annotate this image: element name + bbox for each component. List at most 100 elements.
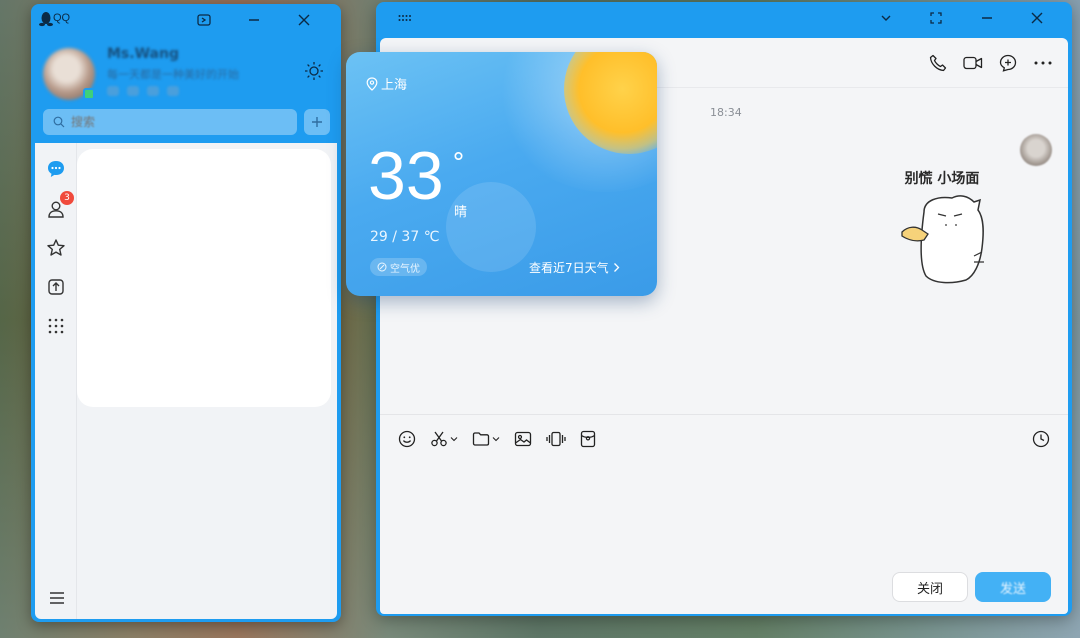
- restore-icon: [930, 12, 942, 24]
- minimize-icon: [982, 17, 992, 19]
- cat-sticker-icon: [901, 195, 984, 284]
- nav-apps[interactable]: [44, 314, 68, 338]
- message-input[interactable]: [398, 462, 1048, 562]
- weather-condition: 晴: [454, 205, 468, 220]
- sticker-caption: 别慌 小场面: [904, 171, 980, 187]
- message-history-button[interactable]: [1030, 428, 1052, 450]
- contacts-badge: 3: [60, 191, 74, 205]
- close-chat-button[interactable]: 关闭: [892, 572, 968, 602]
- nav-favorites[interactable]: [44, 236, 68, 260]
- chat-bubble-icon: [48, 161, 64, 177]
- status-badge-icon: [167, 86, 179, 96]
- minimize-button[interactable]: [243, 10, 265, 30]
- qq-penguin-icon: [39, 12, 53, 27]
- chevron-down-icon: [450, 437, 458, 442]
- scissors-icon: [431, 431, 447, 447]
- air-quality-badge: 空气优: [370, 258, 427, 276]
- status-badge-icon: [147, 86, 159, 96]
- more-horizontal-icon: [1034, 61, 1052, 65]
- nav-messages[interactable]: [44, 157, 68, 181]
- chevron-down-icon: [881, 15, 891, 21]
- user-signature[interactable]: 每一天都是一种美好的开始: [107, 66, 239, 82]
- leaf-icon: [377, 262, 387, 272]
- chat-minimize-button[interactable]: [976, 8, 998, 28]
- clock-icon: [1032, 430, 1050, 448]
- weather-location[interactable]: 上海: [366, 74, 407, 93]
- weather-temperature: 33: [368, 138, 444, 214]
- nav-rail: 3: [35, 143, 77, 619]
- red-packet-icon: [580, 430, 596, 448]
- nav-files[interactable]: [44, 275, 68, 299]
- chevron-right-icon: [613, 263, 620, 272]
- sticker-message[interactable]: 别慌 小场面: [880, 168, 1004, 286]
- main-titlebar: QQ: [31, 4, 341, 36]
- video-camera-icon: [963, 56, 983, 70]
- hamburger-menu-icon: [50, 592, 64, 604]
- user-nickname[interactable]: Ms.Wang: [107, 46, 179, 62]
- weather-city: 上海: [381, 78, 408, 93]
- close-icon: [298, 14, 310, 26]
- conversation-list[interactable]: [77, 149, 331, 407]
- close-window-button[interactable]: [293, 10, 315, 30]
- add-member-button[interactable]: [997, 52, 1019, 74]
- cloud-decoration: [446, 182, 536, 272]
- chat-titlebar: [376, 2, 1072, 36]
- qq-main-window: QQ Ms.Wang 每一天都是一种美好的开始 搜索 3: [31, 4, 341, 622]
- screenshot-button[interactable]: [430, 428, 458, 450]
- composer-toolbar: [398, 428, 610, 450]
- window-pin-icon: [197, 14, 211, 26]
- send-file-button[interactable]: [472, 428, 500, 450]
- collapse-button[interactable]: [875, 8, 897, 28]
- vibrate-icon: [546, 431, 566, 447]
- air-quality-label: 空气优: [390, 263, 420, 275]
- image-icon: [514, 431, 532, 447]
- sender-avatar[interactable]: [1020, 134, 1052, 166]
- forecast-link-label: 查看近7日天气: [529, 261, 609, 275]
- shake-button[interactable]: [546, 428, 566, 450]
- search-input[interactable]: [71, 115, 271, 129]
- smiley-icon: [398, 430, 416, 448]
- star-icon: [47, 239, 65, 256]
- video-call-button[interactable]: [962, 52, 984, 74]
- add-button[interactable]: [304, 109, 330, 135]
- nav-contacts[interactable]: 3: [44, 191, 74, 221]
- status-icons-row: [107, 86, 179, 96]
- send-image-button[interactable]: [514, 428, 532, 450]
- location-pin-icon: [366, 76, 378, 91]
- phone-icon: [929, 54, 947, 72]
- seven-day-forecast-link[interactable]: 查看近7日天气: [529, 259, 620, 276]
- minimize-icon: [249, 19, 259, 21]
- weather-temp-range: 29 / 37 ℃: [370, 229, 440, 245]
- drag-grip-icon[interactable]: [398, 14, 412, 22]
- main-menu-button[interactable]: [46, 587, 68, 609]
- plus-icon: [312, 117, 322, 127]
- theme-toggle-button[interactable]: [301, 58, 327, 84]
- send-button-label: 发送: [999, 581, 1026, 597]
- add-circle-icon: [999, 54, 1017, 72]
- message-timestamp: 18:34: [710, 106, 742, 119]
- search-icon: [53, 116, 65, 128]
- composer-divider: [380, 414, 1068, 415]
- status-badge-icon: [107, 86, 119, 96]
- sun-icon: [305, 62, 323, 80]
- app-grid-icon: [48, 318, 64, 334]
- gift-button[interactable]: [580, 428, 596, 450]
- chevron-down-icon: [492, 437, 500, 442]
- online-status-icon: [83, 88, 95, 100]
- folder-icon: [472, 432, 490, 446]
- send-button[interactable]: 发送: [975, 572, 1051, 602]
- weather-degree-symbol: °: [452, 148, 465, 178]
- app-name: QQ: [53, 12, 71, 24]
- voice-call-button[interactable]: [927, 52, 949, 74]
- profile-header: Ms.Wang 每一天都是一种美好的开始: [31, 36, 341, 108]
- chat-close-window-button[interactable]: [1026, 8, 1048, 28]
- main-body: 3: [35, 143, 337, 619]
- emoji-button[interactable]: [398, 428, 416, 450]
- status-badge-icon: [127, 86, 139, 96]
- weather-widget[interactable]: 上海 33 ° 晴 29 / 37 ℃ 空气优 查看近7日天气: [346, 52, 657, 296]
- restore-window-button[interactable]: [925, 8, 947, 28]
- search-bar[interactable]: [43, 109, 297, 135]
- more-options-button[interactable]: [1032, 52, 1054, 74]
- pin-window-button[interactable]: [193, 10, 215, 30]
- upload-icon: [48, 279, 64, 295]
